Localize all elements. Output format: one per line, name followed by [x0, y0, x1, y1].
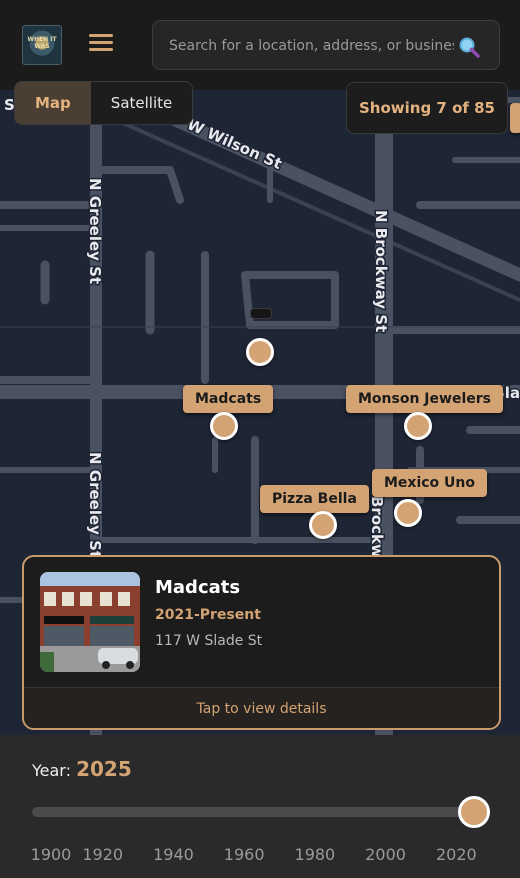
- app-header: WHEN IT WAS: [0, 0, 520, 90]
- search-bar: [152, 20, 500, 71]
- map-cluster-chip[interactable]: [250, 308, 272, 319]
- year-tick-label: 2000: [365, 845, 406, 864]
- location-address: 117 W Slade St: [155, 633, 263, 649]
- year-slider-track[interactable]: [32, 807, 474, 817]
- hamburger-menu-icon[interactable]: [86, 30, 116, 60]
- year-slider-panel: Year: 2025 1900 1920 1940 1960 1980 2000 2020: [0, 735, 520, 878]
- map-marker-madcats[interactable]: [210, 412, 238, 440]
- location-title: Madcats: [155, 577, 241, 598]
- street-label-n-greeley-top: N Greeley St: [86, 178, 104, 284]
- year-tick-label: 1980: [294, 845, 336, 864]
- street-label-n-brockway-top: N Brockway St: [372, 210, 390, 332]
- marker-label-monson-jewelers[interactable]: Monson Jewelers: [346, 385, 503, 413]
- street-label-n-greeley-bottom: N Greeley St: [86, 452, 104, 558]
- search-input[interactable]: [167, 21, 456, 71]
- marker-label-pizza-bella[interactable]: Pizza Bella: [260, 485, 369, 513]
- marker-label-mexico-uno[interactable]: Mexico Uno: [372, 469, 487, 497]
- map-type-map-button[interactable]: Map: [15, 82, 91, 124]
- app-logo[interactable]: WHEN IT WAS: [22, 25, 62, 65]
- year-slider-thumb[interactable]: [458, 796, 490, 828]
- year-label: Year: 2025: [32, 757, 132, 781]
- map-type-satellite-button[interactable]: Satellite: [91, 82, 192, 124]
- year-tick-label: 1920: [82, 845, 124, 864]
- results-count-badge: Showing 7 of 85: [346, 82, 508, 134]
- location-photo: [40, 572, 140, 672]
- map-marker-mexico-uno[interactable]: [394, 499, 422, 527]
- location-card[interactable]: Madcats 2021-Present 117 W Slade St Tap …: [22, 555, 501, 730]
- logo-text: WHEN IT WAS: [27, 36, 57, 50]
- map-marker-monson-jewelers[interactable]: [404, 412, 432, 440]
- marker-label-madcats[interactable]: Madcats: [183, 385, 274, 413]
- map-marker[interactable]: [246, 338, 274, 366]
- year-label-text: Year:: [32, 761, 71, 780]
- street-label-w-wilson: W Wilson St: [184, 115, 284, 173]
- location-years: 2021-Present: [155, 607, 261, 623]
- search-icon[interactable]: [458, 36, 480, 58]
- view-details-button[interactable]: Tap to view details: [24, 687, 499, 728]
- year-value: 2025: [76, 757, 132, 781]
- map-marker-pizza-bella[interactable]: [309, 511, 337, 539]
- year-tick-label: 1900: [30, 845, 72, 864]
- map-type-toggle: Map Satellite: [14, 81, 194, 125]
- year-tick-label: 1940: [153, 845, 194, 864]
- marker-label-offscreen[interactable]: [510, 103, 520, 133]
- year-tick-label: 2020: [435, 845, 477, 864]
- year-tick-label: 1960: [223, 845, 265, 864]
